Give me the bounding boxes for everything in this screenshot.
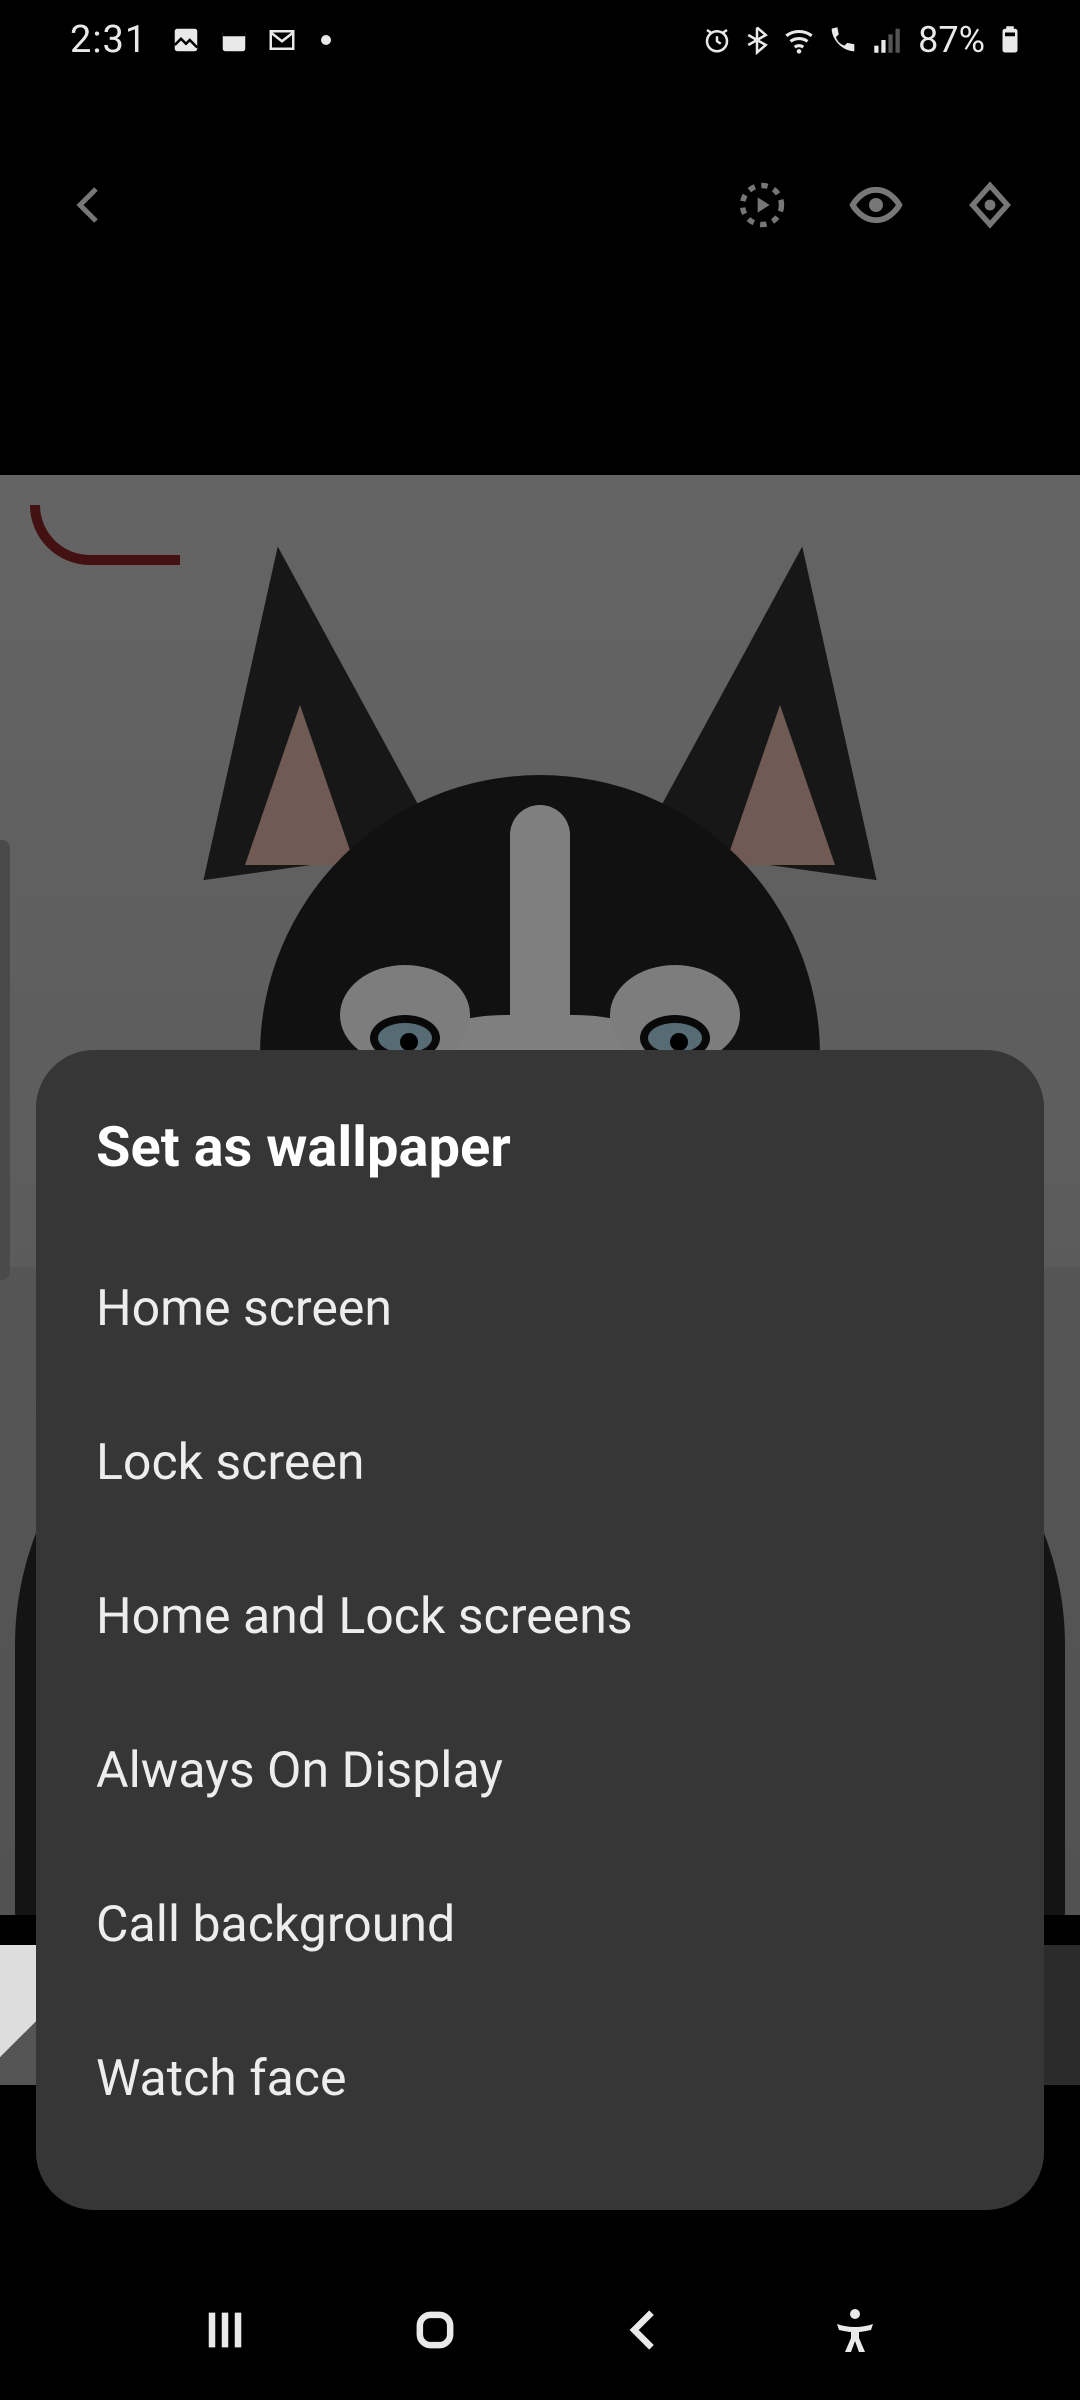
option-always-on-display[interactable]: Always On Display	[96, 1694, 984, 1848]
back-button[interactable]	[60, 175, 120, 235]
set-as-wallpaper-dialog: Set as wallpaper Home screen Lock screen…	[36, 1050, 1044, 2210]
gallery-icon	[171, 25, 201, 55]
nav-back-button[interactable]	[610, 2295, 680, 2365]
edge-panel-handle[interactable]	[0, 840, 10, 1280]
option-watch-face[interactable]: Watch face	[96, 2002, 984, 2156]
status-bar-right: 87%	[702, 19, 1025, 61]
status-bar-left: 2:31	[70, 18, 331, 62]
battery-icon	[995, 25, 1025, 55]
status-bar: 2:31 87%	[0, 0, 1080, 80]
nav-accessibility-button[interactable]	[820, 2295, 890, 2365]
status-clock: 2:31	[70, 18, 147, 62]
option-home-screen[interactable]: Home screen	[96, 1232, 984, 1386]
smartthings-icon[interactable]	[960, 175, 1020, 235]
option-lock-screen[interactable]: Lock screen	[96, 1386, 984, 1540]
motion-photo-icon[interactable]	[732, 175, 792, 235]
app-toolbar	[0, 145, 1080, 265]
today-icon	[219, 25, 249, 55]
option-home-and-lock[interactable]: Home and Lock screens	[96, 1540, 984, 1694]
nav-recents-button[interactable]	[190, 2295, 260, 2365]
dialog-title: Set as wallpaper	[96, 1114, 984, 1180]
preview-eye-icon[interactable]	[846, 175, 906, 235]
alarm-icon	[702, 25, 732, 55]
volte-icon	[826, 23, 860, 57]
toolbar-actions	[732, 175, 1020, 235]
bluetooth-icon	[742, 25, 772, 55]
more-dot-icon	[321, 35, 331, 45]
option-call-background[interactable]: Call background	[96, 1848, 984, 2002]
navigation-bar	[0, 2260, 1080, 2400]
gmail-icon	[267, 25, 297, 55]
nav-home-button[interactable]	[400, 2295, 470, 2365]
wifi-icon	[782, 23, 816, 57]
battery-percent: 87%	[918, 19, 985, 61]
signal-icon	[870, 23, 904, 57]
